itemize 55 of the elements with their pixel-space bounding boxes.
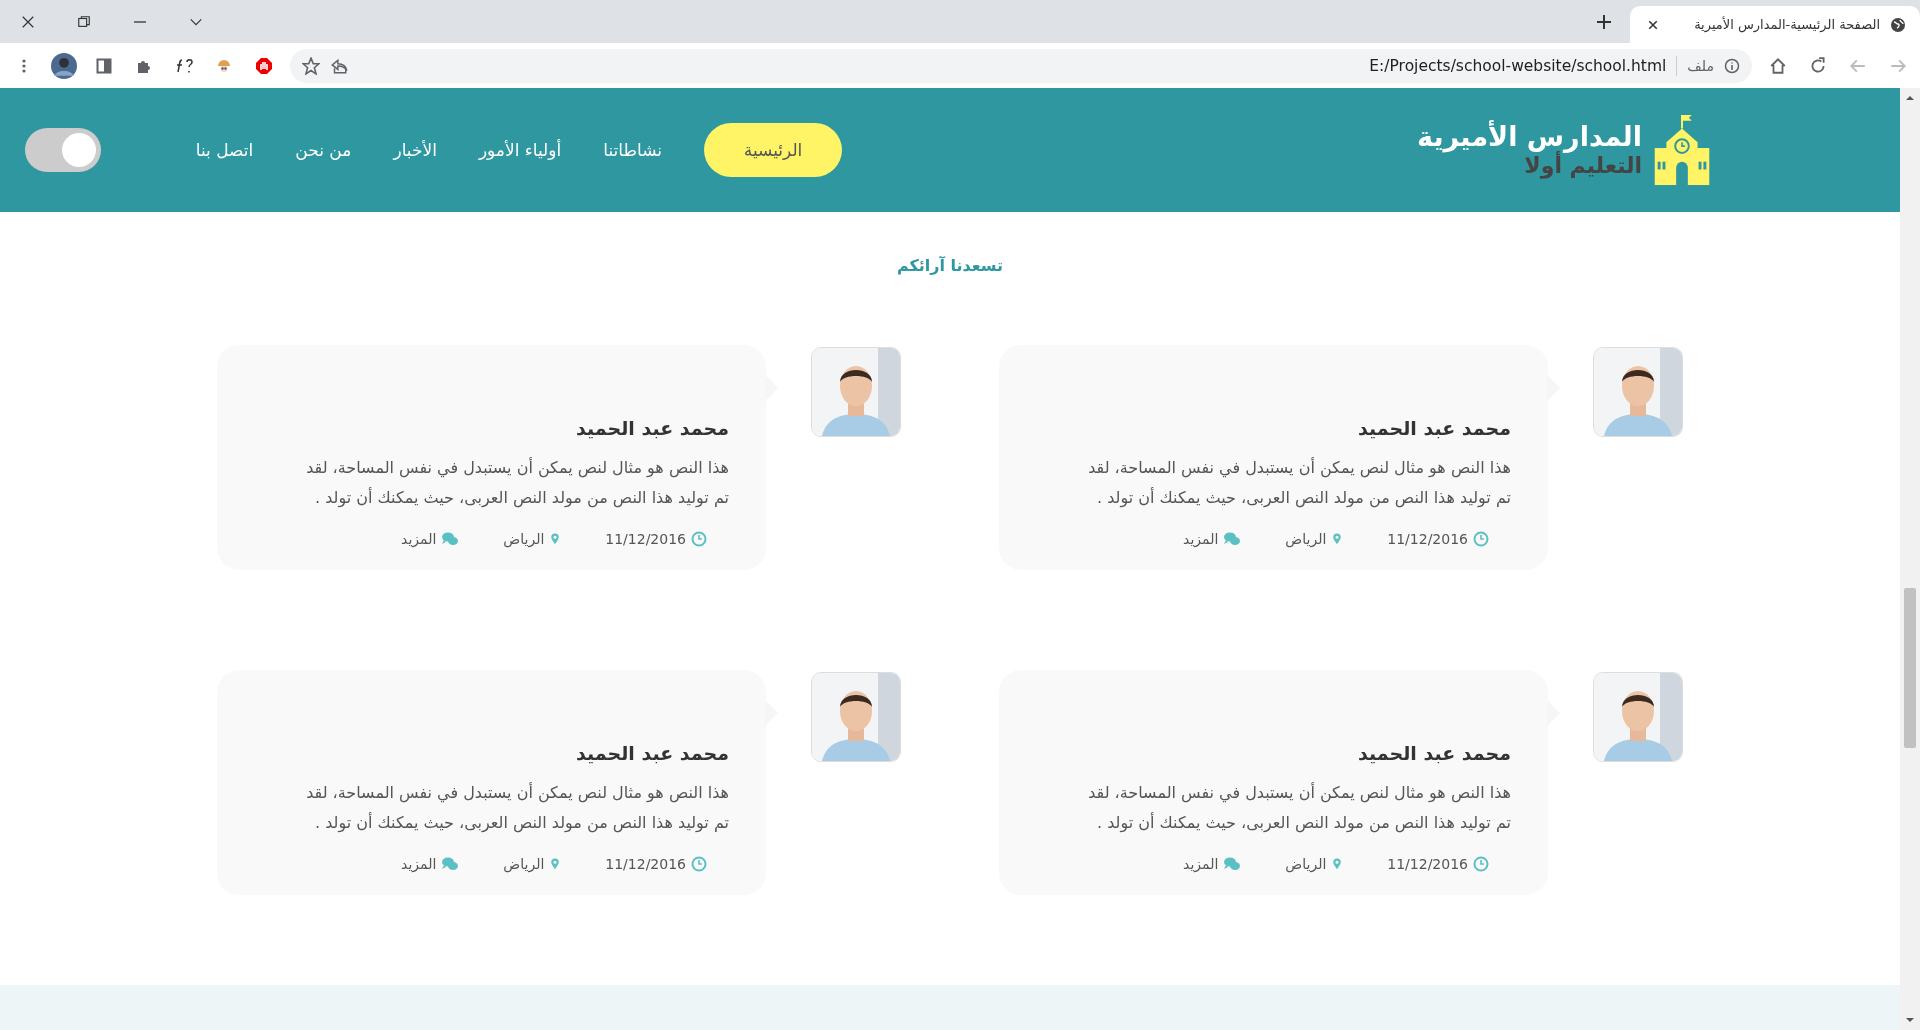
comments-icon bbox=[441, 856, 460, 872]
person-name: محمد عبد الحميد bbox=[1357, 417, 1511, 439]
testimonial-text: هذا النص هو مثال لنص يمكن أن يستبدل في نفس المساحة، لقد تم توليد هذا النص من مولد النص العربى، حيث يمكنك أن تولد . bbox=[1087, 781, 1511, 835]
clock-icon bbox=[1473, 856, 1489, 872]
share-icon bbox=[330, 56, 348, 75]
date-text: 11/12/2016 bbox=[605, 531, 686, 547]
location-text: الرياض bbox=[1285, 856, 1327, 872]
minimize-icon bbox=[134, 20, 146, 23]
more-link[interactable]: المزيد bbox=[401, 531, 437, 547]
more-link[interactable]: المزيد bbox=[401, 856, 437, 872]
nav-link[interactable]: الرئيسية bbox=[704, 123, 843, 177]
plus-icon bbox=[1596, 13, 1612, 30]
comments-icon bbox=[441, 531, 460, 547]
browser-tab[interactable]: الصفحة الرئيسية-المدارس الأميرية bbox=[1630, 6, 1920, 43]
location-text: الرياض bbox=[503, 531, 545, 547]
section-title: تسعدنا آرائكم bbox=[895, 256, 1005, 275]
address-label: ملف bbox=[1687, 57, 1714, 74]
date-text: 11/12/2016 bbox=[1387, 856, 1468, 872]
scrollbar[interactable] bbox=[1900, 88, 1920, 1030]
side-panel-icon bbox=[96, 57, 112, 74]
home-icon bbox=[1769, 56, 1787, 75]
close-icon bbox=[21, 14, 35, 29]
testimonial-text: هذا النص هو مثال لنص يمكن أن يستبدل في نفس المساحة، لقد تم توليد هذا النص من مولد النص العربى، حيث يمكنك أن تولد . bbox=[1087, 456, 1511, 510]
site-title: المدارس الأميرية bbox=[1417, 121, 1642, 153]
more-link[interactable]: المزيد bbox=[1183, 856, 1219, 872]
mushroom-icon bbox=[216, 57, 232, 74]
location-text: الرياض bbox=[503, 856, 545, 872]
clock-icon bbox=[691, 531, 707, 547]
school-building-icon bbox=[1652, 113, 1712, 187]
date-text: 11/12/2016 bbox=[1387, 531, 1468, 547]
stop-hand-icon bbox=[256, 57, 272, 74]
clock-icon bbox=[691, 856, 707, 872]
testimonial-text: هذا النص هو مثال لنص يمكن أن يستبدل في نفس المساحة، لقد تم توليد هذا النص من مولد النص العربى، حيث يمكنك أن تولد . bbox=[305, 781, 729, 835]
comments-icon bbox=[1223, 856, 1242, 872]
tab-title: الصفحة الرئيسية-المدارس الأميرية bbox=[1693, 17, 1880, 32]
clock-icon bbox=[1473, 531, 1489, 547]
location-text: الرياض bbox=[1285, 531, 1327, 547]
comments-icon bbox=[1223, 531, 1242, 547]
testimonial-text: هذا النص هو مثال لنص يمكن أن يستبدل في نفس المساحة، لقد تم توليد هذا النص من مولد النص العربى، حيث يمكنك أن تولد . bbox=[305, 456, 729, 510]
url-text: E:/Projects/school-website/school.html bbox=[1369, 56, 1667, 75]
person-name: محمد عبد الحميد bbox=[575, 417, 729, 439]
date-text: 11/12/2016 bbox=[605, 856, 686, 872]
more-link[interactable]: المزيد bbox=[1183, 531, 1219, 547]
info-icon bbox=[1724, 57, 1740, 74]
person-name: محمد عبد الحميد bbox=[1357, 742, 1511, 764]
profile-button[interactable] bbox=[50, 51, 78, 80]
close-icon bbox=[1647, 18, 1659, 31]
globe-icon bbox=[1890, 16, 1906, 33]
restore-icon bbox=[77, 14, 91, 29]
profile-avatar-icon bbox=[51, 52, 77, 79]
star-icon bbox=[302, 56, 320, 75]
reload-icon bbox=[1809, 56, 1827, 75]
site-tagline: التعليم أولا bbox=[1524, 153, 1642, 179]
person-name: محمد عبد الحميد bbox=[575, 742, 729, 764]
theme-toggle[interactable] bbox=[25, 128, 101, 172]
